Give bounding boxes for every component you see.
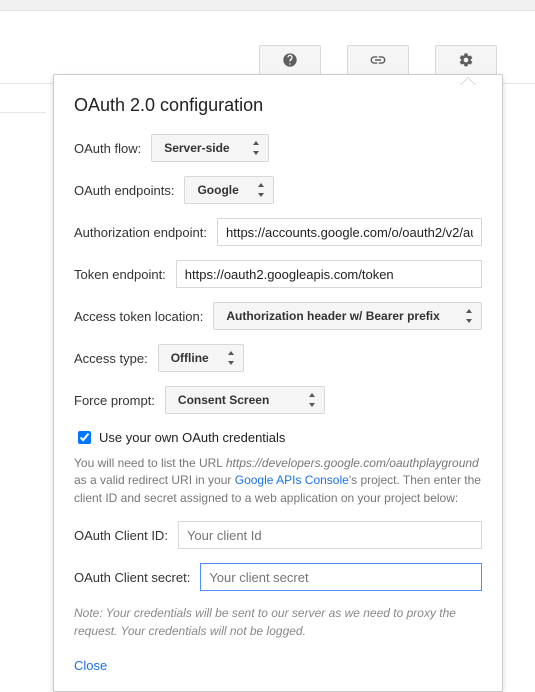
label-access-token-location: Access token location:: [74, 309, 203, 324]
chevron-updown-icon: [308, 393, 316, 407]
checkbox-own-creds[interactable]: [78, 431, 91, 444]
chevron-updown-icon: [227, 351, 235, 365]
row-force-prompt: Force prompt: Consent Screen: [74, 386, 482, 414]
row-authz-endpoint: Authorization endpoint:: [74, 218, 482, 246]
select-access-token-location-value: Authorization header w/ Bearer prefix: [226, 309, 439, 323]
chevron-updown-icon: [252, 141, 260, 155]
link-button[interactable]: [347, 45, 409, 77]
select-force-prompt[interactable]: Consent Screen: [165, 386, 325, 414]
row-token-endpoint: Token endpoint:: [74, 260, 482, 288]
oauth-config-popover: OAuth 2.0 configuration OAuth flow: Serv…: [53, 74, 503, 692]
input-client-secret[interactable]: [200, 563, 482, 591]
select-oauth-endpoints[interactable]: Google: [184, 176, 274, 204]
select-access-type-value: Offline: [171, 351, 209, 365]
own-creds-description: You will need to list the URL https://de…: [74, 455, 482, 507]
row-oauth-endpoints: OAuth endpoints: Google: [74, 176, 482, 204]
label-client-secret: OAuth Client secret:: [74, 570, 190, 585]
link-icon: [369, 51, 387, 72]
input-client-id[interactable]: [178, 521, 482, 549]
divider: [0, 112, 46, 113]
input-authz-endpoint[interactable]: [217, 218, 482, 246]
help-icon: [282, 52, 298, 71]
window-topbar: [0, 0, 535, 11]
popover-title: OAuth 2.0 configuration: [74, 95, 482, 116]
label-authz-endpoint: Authorization endpoint:: [74, 225, 207, 240]
help-button[interactable]: [259, 45, 321, 77]
credentials-note: Note: Your credentials will be sent to o…: [74, 605, 482, 640]
input-token-endpoint[interactable]: [176, 260, 482, 288]
label-client-id: OAuth Client ID:: [74, 528, 168, 543]
settings-button[interactable]: [435, 45, 497, 77]
gear-icon: [458, 52, 474, 71]
label-own-creds: Use your own OAuth credentials: [99, 430, 285, 445]
select-access-token-location[interactable]: Authorization header w/ Bearer prefix: [213, 302, 482, 330]
popover-arrow: [460, 78, 476, 86]
row-client-secret: OAuth Client secret:: [74, 563, 482, 591]
select-oauth-flow-value: Server-side: [164, 141, 229, 155]
label-token-endpoint: Token endpoint:: [74, 267, 166, 282]
select-oauth-endpoints-value: Google: [197, 183, 238, 197]
chevron-updown-icon: [465, 309, 473, 323]
link-google-apis-console[interactable]: Google APIs Console: [235, 473, 349, 487]
label-force-prompt: Force prompt:: [74, 393, 155, 408]
select-access-type[interactable]: Offline: [158, 344, 244, 372]
select-force-prompt-value: Consent Screen: [178, 393, 269, 407]
close-button[interactable]: Close: [74, 658, 107, 673]
chevron-updown-icon: [257, 183, 265, 197]
label-oauth-flow: OAuth flow:: [74, 141, 141, 156]
label-access-type: Access type:: [74, 351, 148, 366]
select-oauth-flow[interactable]: Server-side: [151, 134, 269, 162]
row-oauth-flow: OAuth flow: Server-side: [74, 134, 482, 162]
row-access-type: Access type: Offline: [74, 344, 482, 372]
row-client-id: OAuth Client ID:: [74, 521, 482, 549]
row-access-token-location: Access token location: Authorization hea…: [74, 302, 482, 330]
label-oauth-endpoints: OAuth endpoints:: [74, 183, 174, 198]
row-own-creds: Use your own OAuth credentials: [74, 428, 482, 447]
